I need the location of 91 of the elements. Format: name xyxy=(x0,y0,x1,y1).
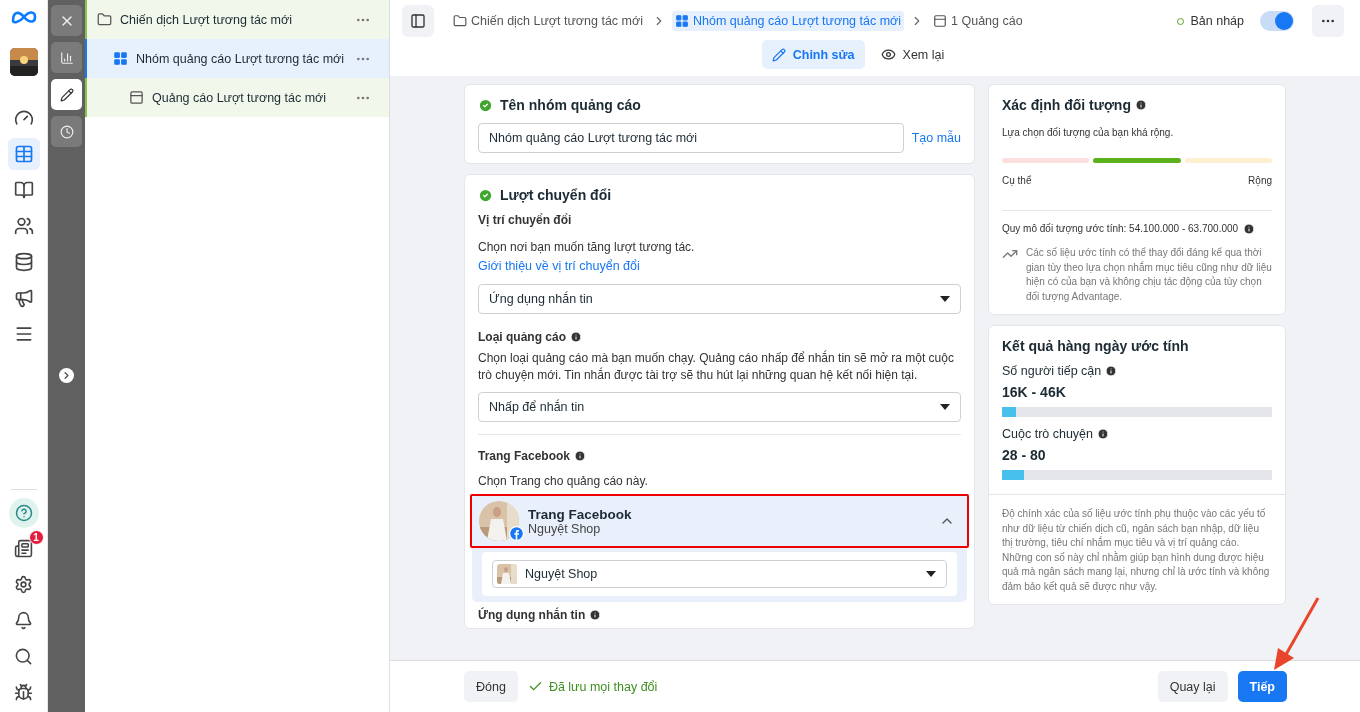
section-heading: Loại quảng cáo xyxy=(478,330,566,344)
database-icon[interactable] xyxy=(13,252,34,272)
news-icon[interactable] xyxy=(14,538,33,558)
folder-icon xyxy=(453,14,467,28)
pencil-icon xyxy=(771,47,786,62)
page-header[interactable]: Trang Facebook Nguyệt Shop xyxy=(470,494,969,548)
page-title: Trang Facebook xyxy=(528,506,633,522)
window-icon xyxy=(933,14,948,28)
search-icon[interactable] xyxy=(14,646,33,666)
tree-item-label: Nhóm quảng cáo Lượt tương tác mới xyxy=(136,51,346,66)
pencil-icon xyxy=(59,87,74,102)
ad-type-dropdown[interactable]: Nhấp để nhắn tin xyxy=(478,392,961,422)
info-icon xyxy=(1135,99,1147,111)
metric-value: 28 - 80 xyxy=(1002,447,1047,463)
location-dropdown[interactable]: Ứng dụng nhắn tin xyxy=(478,284,961,314)
section-heading: Ứng dụng nhắn tin xyxy=(478,608,586,622)
section-text: Chọn nơi bạn muốn tăng lượt tương tác. xyxy=(478,239,696,256)
panel-toggle-button[interactable] xyxy=(402,5,434,37)
info-icon xyxy=(589,609,602,621)
info-icon xyxy=(1105,365,1118,377)
tool-button[interactable] xyxy=(51,116,82,147)
mode-tab[interactable]: Xem lại xyxy=(870,40,955,69)
account-avatar[interactable] xyxy=(9,48,38,76)
bell-icon[interactable] xyxy=(14,610,33,630)
nav-button[interactable] xyxy=(7,138,40,170)
section-text: Chọn loại quảng cáo mà bạn muốn chạy. Quảng cáo nhấp để nhắn tin sẽ mở ra một cuộc trò chuyện mới. Tin nhắn được tài trợ sẽ thu hút lại những quan hệ kết nối hiện tại. xyxy=(478,350,955,384)
info-icon xyxy=(1243,222,1256,235)
section-heading: Trang Facebook xyxy=(478,449,571,463)
audience-size: Quy mô đối tượng ước tính: 54.100.000 - 63.700.000 xyxy=(1002,222,1239,236)
metric-label: Số người tiếp cận xyxy=(1002,364,1102,378)
bug-icon[interactable] xyxy=(14,682,33,702)
metric-label: Cuộc trò chuyện xyxy=(1002,427,1094,441)
info-link[interactable]: Giới thiệu về vị trí chuyển đổi xyxy=(478,259,640,273)
metric-value: 16K - 46K xyxy=(1002,384,1067,400)
breadcrumb-item[interactable]: 1 Quảng cáo xyxy=(930,11,1026,31)
gauge-icon[interactable] xyxy=(13,108,34,128)
eye-icon xyxy=(880,47,896,62)
tree-item[interactable]: Chiến dịch Lượt tương tác mới xyxy=(85,0,389,39)
card-title: Xác định đối tượng xyxy=(1002,97,1131,113)
name-field[interactable]: Nhóm quảng cáo Lượt tương tác mới xyxy=(478,123,904,153)
clock-icon xyxy=(59,124,74,139)
tool-button[interactable] xyxy=(51,79,82,110)
mode-tab[interactable]: Chỉnh sửa xyxy=(761,40,865,69)
logo-icon[interactable] xyxy=(10,10,37,24)
grid-icon xyxy=(674,14,689,28)
tool-button[interactable] xyxy=(51,42,82,73)
section-text: Chọn Trang cho quảng cáo này. xyxy=(478,473,649,490)
folder-icon xyxy=(97,12,112,27)
section-heading: Vị trí chuyển đổi xyxy=(478,213,572,227)
bar-chart-icon xyxy=(59,50,74,65)
audience-summary: Lựa chọn đối tượng của bạn khá rộng. xyxy=(1002,126,1175,140)
table-icon xyxy=(13,144,34,164)
card-title: Kết quả hàng ngày ước tính xyxy=(1002,338,1189,354)
tree-item[interactable]: Nhóm quảng cáo Lượt tương tác mới xyxy=(85,39,389,78)
estimate-note: Các số liệu ước tính có thể thay đổi đáng kể qua thời gian tùy theo lựa chọn nhắm mục tiêu cũng như dữ liệu hiện có của bạn và không chịu tác động của tùy chọn đối tượng Advantage. xyxy=(1026,246,1272,304)
back-button[interactable]: Quay lại xyxy=(1157,671,1228,702)
help-button[interactable] xyxy=(8,498,39,528)
settings-icon[interactable] xyxy=(14,574,33,594)
breadcrumb-item[interactable]: Nhóm quảng cáo Lượt tương tác mới xyxy=(671,11,905,31)
window-icon xyxy=(129,90,144,105)
card-title: Lượt chuyển đổi xyxy=(500,187,612,203)
check-circle-icon xyxy=(478,187,493,203)
tree-item-label: Quảng cáo Lượt tương tác mới xyxy=(152,90,328,105)
notification-badge: 1 xyxy=(28,530,44,545)
close-button[interactable]: Đóng xyxy=(464,671,518,702)
next-button[interactable]: Tiếp xyxy=(1237,671,1287,702)
toggle-switch[interactable] xyxy=(1260,11,1294,31)
status-label: Bản nháp xyxy=(1177,14,1244,28)
people-icon[interactable] xyxy=(13,216,34,236)
template-link[interactable]: Tạo mẫu xyxy=(911,131,961,145)
info-icon xyxy=(574,450,587,462)
megaphone-icon[interactable] xyxy=(13,288,34,308)
page-dropdown[interactable]: Nguyệt Shop xyxy=(492,560,947,588)
tree-item[interactable]: Quảng cáo Lượt tương tác mới xyxy=(85,78,389,117)
meter-label: Rộng xyxy=(1248,174,1272,188)
check-circle-icon xyxy=(478,97,493,113)
expand-icon[interactable] xyxy=(59,368,74,383)
facebook-icon xyxy=(509,525,524,541)
info-icon xyxy=(570,331,582,343)
saved-status: Đã lưu mọi thay đổi xyxy=(527,679,658,694)
grid-icon xyxy=(113,51,128,66)
accuracy-note: Độ chính xác của số liệu ước tính phụ thuộc vào các yếu tố như dữ liệu từ chiến dịch cũ, ngân sách bạn nhập, dữ liệu thị trường, tiêu chí nhắm mục tiêu và vị trí quảng cáo. Những con số này chỉ nhằm giúp bạn hình dung được hiệu quả mà ngân sách mang lại, nhưng chỉ là ước tính và không đảm bảo kết quả sẽ được như vậy. xyxy=(1002,507,1271,594)
tree-item-label: Chiến dịch Lượt tương tác mới xyxy=(120,12,293,27)
info-icon xyxy=(1097,428,1110,440)
card-title: Tên nhóm quảng cáo xyxy=(500,97,641,113)
book-icon[interactable] xyxy=(13,180,34,200)
meter-label: Cụ thể xyxy=(1002,174,1032,188)
page-name: Nguyệt Shop xyxy=(528,521,602,536)
help-icon xyxy=(14,504,33,522)
breadcrumb-item[interactable]: Chiến dịch Lượt tương tác mới xyxy=(450,11,646,31)
sidebar-icon xyxy=(410,13,426,29)
